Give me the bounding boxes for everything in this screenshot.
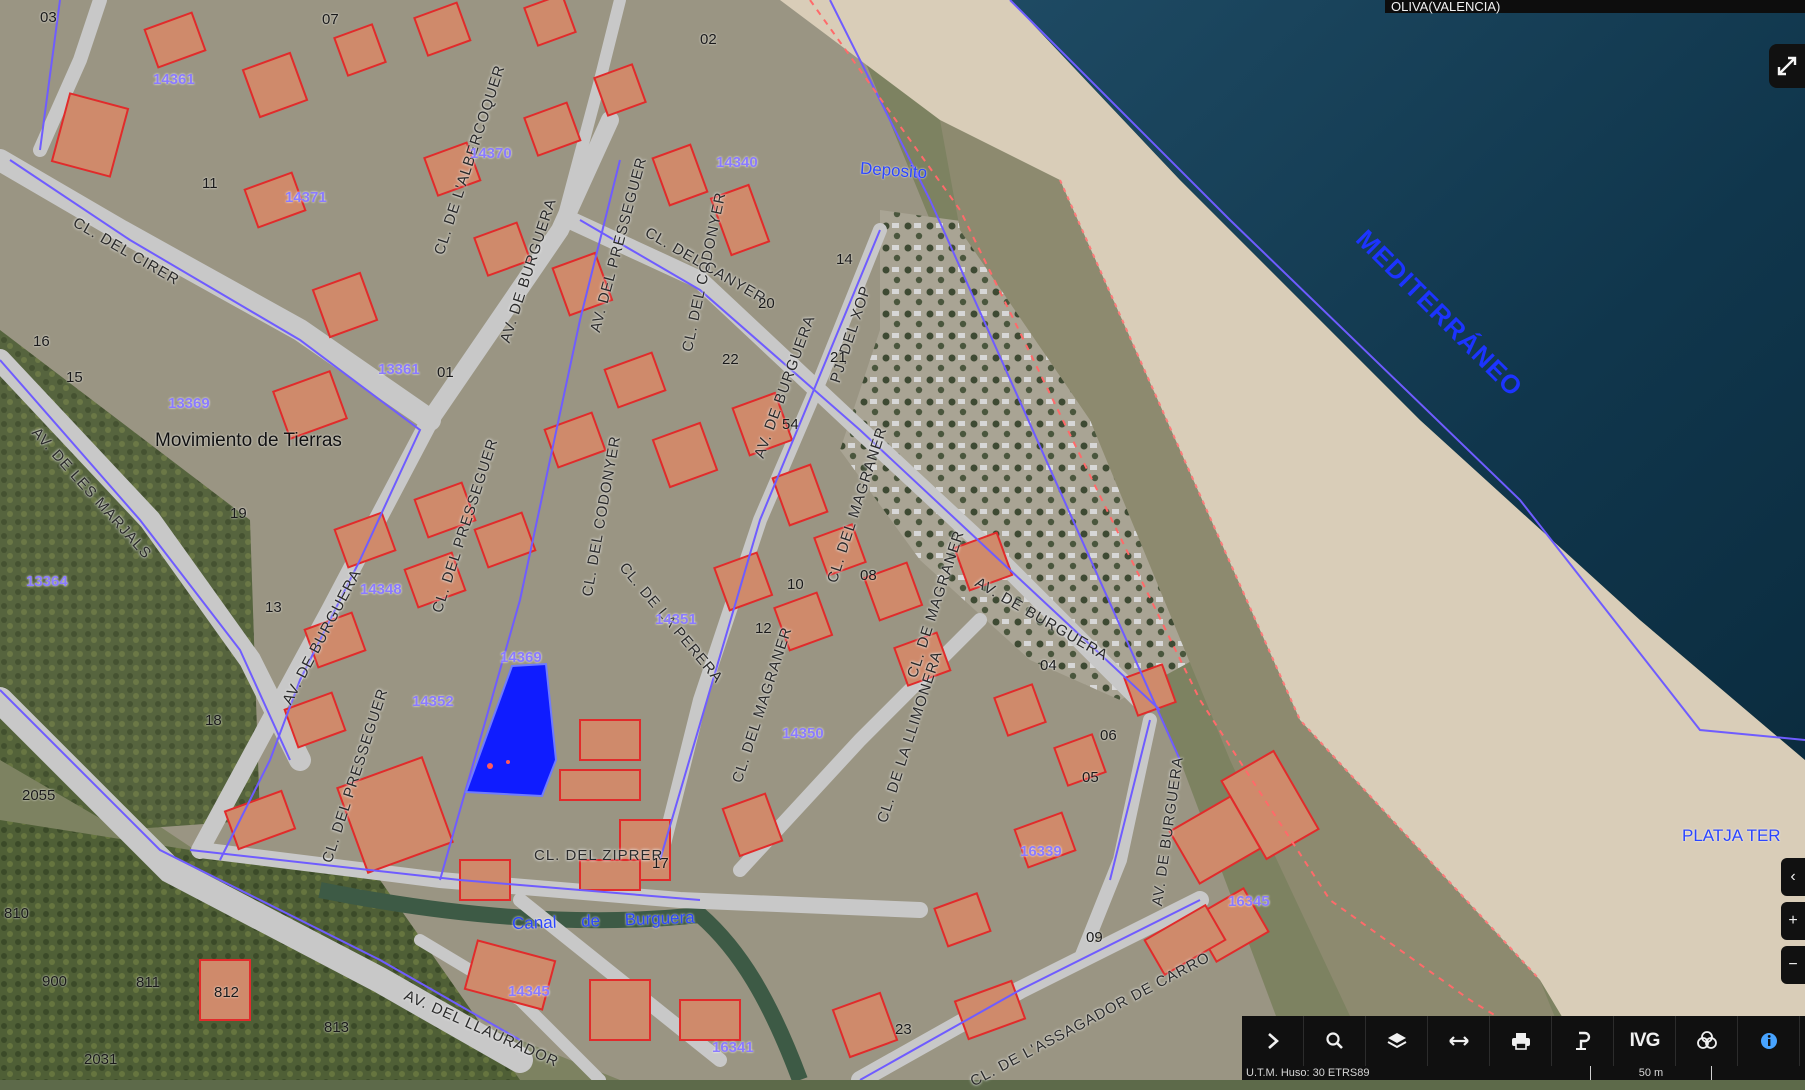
collapse-toolbar-button[interactable] (1242, 1016, 1304, 1066)
pegman-icon (1575, 1031, 1590, 1050)
overlay-button[interactable] (1676, 1016, 1738, 1066)
chevron-right-icon (1267, 1033, 1279, 1049)
printer-icon (1511, 1033, 1530, 1050)
coordinate-system: U.T.M. Huso: 30 ETRS89 (1246, 1067, 1370, 1079)
chevron-left-icon: ‹ (1790, 868, 1796, 885)
municipality-name: OLIVA(VALENCIA) (1385, 0, 1805, 13)
overlay-icon (1696, 1031, 1717, 1049)
info-button[interactable] (1738, 1016, 1800, 1066)
map-canvas[interactable] (0, 0, 1805, 1080)
map-footer: U.T.M. Huso: 30 ETRS89 50 m (1242, 1066, 1805, 1080)
street-view-button[interactable] (1552, 1016, 1614, 1066)
side-panel-button[interactable]: ‹ (1781, 858, 1805, 896)
expand-icon (1777, 56, 1797, 76)
ivg-button[interactable]: IVG (1614, 1016, 1676, 1066)
selected-parcel-marker-2 (506, 760, 510, 764)
ruler-arrows-icon (1448, 1036, 1469, 1046)
measure-button[interactable] (1428, 1016, 1490, 1066)
search-icon (1325, 1032, 1343, 1049)
info-icon (1760, 1033, 1777, 1049)
layers-icon (1387, 1033, 1406, 1049)
scale-bar: 50 m (1590, 1066, 1712, 1080)
print-button[interactable] (1490, 1016, 1552, 1066)
minus-icon: − (1788, 956, 1798, 973)
selected-parcel-marker (487, 763, 493, 769)
zoom-in-button[interactable]: + (1781, 902, 1805, 940)
layers-button[interactable] (1366, 1016, 1428, 1066)
plus-icon: + (1788, 912, 1798, 929)
map-toolbar: IVG (1242, 1016, 1805, 1066)
zoom-out-button[interactable]: − (1781, 946, 1805, 984)
fullscreen-button[interactable] (1769, 44, 1805, 88)
search-button[interactable] (1304, 1016, 1366, 1066)
